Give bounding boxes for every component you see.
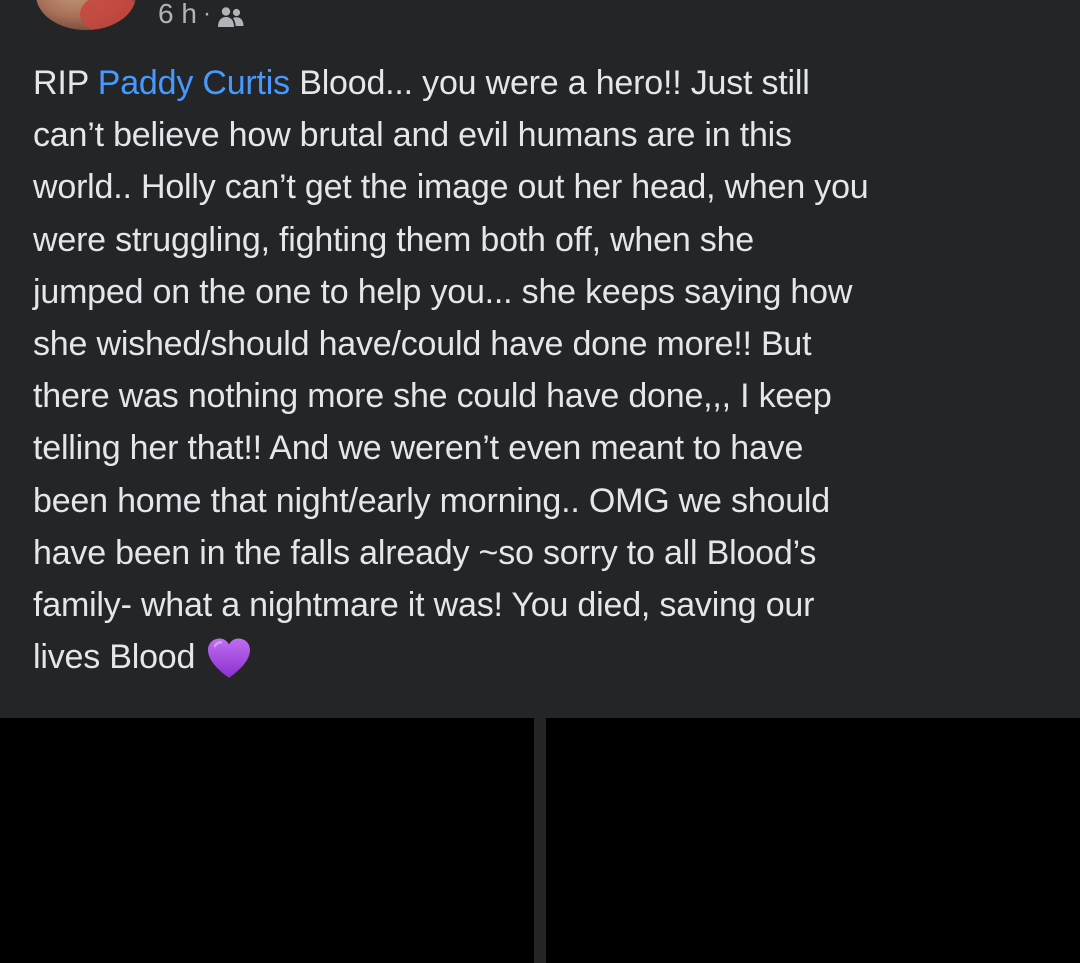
post-text-line: there was nothing more she could have do… <box>33 377 832 416</box>
purple-heart-icon <box>205 636 253 680</box>
media-tile-left[interactable] <box>0 718 534 963</box>
avatar[interactable] <box>36 0 136 30</box>
post-text-line: RIP Paddy Curtis Blood... you were a her… <box>33 57 1053 109</box>
post-text-line: she wished/should have/could have done m… <box>33 325 812 364</box>
post-text-line-last: lives Blood <box>33 631 1053 683</box>
post-card: 6 h · RIP Paddy Curtis Blood... you were… <box>0 0 1080 718</box>
post-meta: 6 h · <box>158 0 245 32</box>
post-text-prefix: RIP <box>33 64 98 102</box>
post-text-line: have been in the falls already ~so sorry… <box>33 533 817 572</box>
post-text-line: been home that night/early morning.. OMG… <box>33 481 830 520</box>
post-text-line: lives Blood <box>33 638 196 677</box>
mention-link[interactable]: Paddy Curtis <box>98 64 290 102</box>
post-text-line: telling her that!! And we weren’t even m… <box>33 429 804 468</box>
media-tile-right[interactable] <box>546 718 1080 963</box>
post-text-line: jumped on the one to help you... she kee… <box>33 272 853 311</box>
meta-separator: · <box>202 0 211 27</box>
post-body: RIP Paddy Curtis Blood... you were a her… <box>33 57 1053 683</box>
media-grid <box>0 718 1080 963</box>
media-divider <box>534 718 546 963</box>
post-timestamp[interactable]: 6 h <box>158 0 197 30</box>
post-text-line: can’t believe how brutal and evil humans… <box>33 116 792 155</box>
post-text-line: world.. Holly can’t get the image out he… <box>33 168 869 207</box>
post-text-suffix: Blood... you were a hero!! Just still <box>289 64 810 102</box>
post-text-line: family- what a nightmare it was! You die… <box>33 586 815 625</box>
post-text-line: were struggling, fighting them both off,… <box>33 220 755 259</box>
friends-icon[interactable] <box>217 3 245 27</box>
